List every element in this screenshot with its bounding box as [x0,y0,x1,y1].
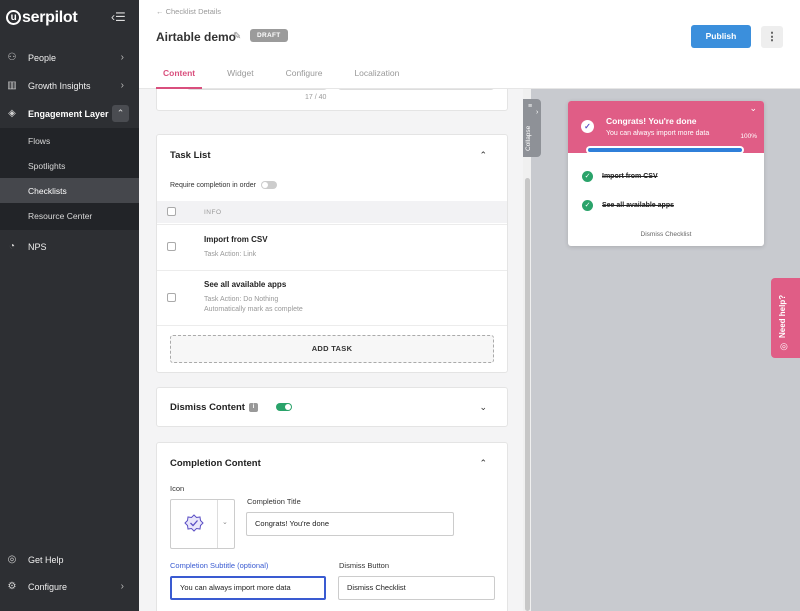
char-count: 17 / 40 [305,94,327,101]
content-panel[interactable]: 17 / 40 Task List ⌃ Require completion i… [139,89,523,611]
list-item[interactable]: ✓ Import from CSV [582,171,658,182]
divider [217,500,218,548]
badge-check-icon: ✓ [581,120,594,133]
lifebuoy-icon: ◎ [780,341,788,351]
select-all-checkbox[interactable] [167,207,176,216]
task-auto-complete-note: Automatically mark as complete [204,306,303,313]
task-list-card: Task List ⌃ Require completion in order … [156,134,508,373]
dismiss-content-card[interactable]: Dismiss Content i ⌄ [156,387,508,427]
publish-button[interactable]: Publish [691,25,751,48]
chevron-down-icon: ⌄ [222,519,228,526]
task-checkbox[interactable] [167,242,176,251]
divider [157,325,507,326]
require-completion-row: Require completion in order [170,181,277,189]
widget-title: Congrats! You're done [606,116,697,126]
more-options-button[interactable]: ⋮ [761,26,783,48]
list-item[interactable]: ✓ See all available apps [582,200,674,211]
sidebar-item-nps[interactable]: ◔ NPS [0,233,139,260]
help-icon: ◎ [7,554,17,565]
back-link[interactable]: ← Checklist Details [156,7,221,16]
dismiss-content-title: Dismiss Content [170,402,245,413]
chevron-up-icon[interactable]: ⌃ [112,105,129,122]
widget-progress-bar [586,146,744,154]
chevron-down-icon[interactable]: ⌄ [749,103,757,114]
checklist-widget-preview: ⌄ ✓ Congrats! You're done You can always… [568,101,764,246]
userpilot-logo[interactable]: u serpilot [6,9,78,27]
task-name: See all available apps [204,280,287,289]
completion-content-card: Completion Content ⌃ Icon ⌄ Completion T… [156,442,508,611]
completion-title-input[interactable]: Congrats! You're done [246,512,454,536]
chart-icon: ▥ [7,80,17,91]
divider [157,224,507,225]
sidebar-item-get-help[interactable]: ◎ Get Help [0,546,139,573]
completion-content-title: Completion Content [170,458,261,469]
truncated-input[interactable] [187,89,327,90]
sidebar-item-configure[interactable]: ⚙ Configure › [0,573,139,600]
widget-progress-percent: 100% [740,133,757,140]
sidebar-item-people[interactable]: ⚇ People › [0,44,139,71]
engagement-subnav: Flows Spotlights Checklists Resource Cen… [0,128,139,230]
previous-card: 17 / 40 [156,89,508,111]
content-scrollbar-thumb[interactable] [525,178,530,611]
truncated-input[interactable] [338,89,494,90]
sidebar: u serpilot ‹☰ ⚇ People › ▥ Growth Insight… [0,0,139,611]
sidebar-item-growth-insights[interactable]: ▥ Growth Insights › [0,72,139,99]
sidebar-subitem-flows[interactable]: Flows [0,128,139,153]
task-action: Task Action: Link [204,251,257,258]
sidebar-item-engagement-layer[interactable]: ◈ Engagement Layer ⌃ [0,100,139,127]
collapse-preview-button[interactable]: ≡ › Collapse [523,99,541,157]
menu-icon: ≡ [528,103,533,110]
tab-bar: Content Widget Configure Localization [156,60,424,89]
widget-progress-fill [588,148,742,152]
chevron-right-icon: › [120,52,124,63]
nps-icon: ◔ [8,241,16,252]
require-completion-toggle[interactable] [261,181,277,189]
tab-widget[interactable]: Widget [220,60,260,89]
task-action: Task Action: Do Nothing [204,296,279,303]
dismiss-content-toggle[interactable] [276,403,292,411]
chevron-right-icon: › [120,581,124,592]
check-circle-icon: ✓ [582,200,593,211]
page-header: ← Checklist Details Airtable demo ✎ DRAF… [139,0,800,89]
add-task-button[interactable]: ADD TASK [170,335,494,363]
icon-picker[interactable]: ⌄ [170,499,235,549]
task-table-header: INFO [157,201,507,223]
tab-localization[interactable]: Localization [347,60,406,89]
status-badge: DRAFT [250,29,288,42]
page-title: Airtable demo [156,30,237,44]
widget-dismiss-link[interactable]: Dismiss Checklist [568,231,764,238]
check-circle-icon: ✓ [582,171,593,182]
info-column-header: INFO [204,209,222,216]
gear-icon: ⚙ [7,581,17,592]
chevron-right-icon: › [536,109,539,116]
tab-content[interactable]: Content [156,60,203,89]
sidebar-collapse-button[interactable]: ‹☰ [111,10,126,24]
need-help-button[interactable]: Need help? ◎ [771,278,800,358]
sidebar-subitem-spotlights[interactable]: Spotlights [0,153,139,178]
completion-title-label: Completion Title [247,497,301,506]
people-icon: ⚇ [7,52,17,63]
widget-subtitle: You can always import more data [606,130,710,137]
dismiss-button-label: Dismiss Button [339,561,390,570]
tab-configure[interactable]: Configure [279,60,330,89]
completion-subtitle-input[interactable]: You can always import more data [170,576,326,600]
completion-subtitle-label: Completion Subtitle (optional) [170,561,269,570]
dismiss-button-input[interactable]: Dismiss Checklist [338,576,495,600]
pencil-icon[interactable]: ✎ [233,31,241,42]
chevron-down-icon[interactable]: ⌄ [479,402,487,413]
sidebar-subitem-resource-center[interactable]: Resource Center [0,203,139,228]
divider [157,270,507,271]
sidebar-subitem-checklists[interactable]: Checklists [0,178,139,203]
info-icon[interactable]: i [249,403,258,412]
task-list-title: Task List [170,150,211,161]
badge-check-icon [184,514,204,532]
task-checkbox[interactable] [167,293,176,302]
layers-icon: ◈ [8,108,16,119]
chevron-up-icon[interactable]: ⌃ [479,150,487,161]
task-name: Import from CSV [204,235,268,244]
chevron-up-icon[interactable]: ⌃ [479,458,487,469]
icon-label: Icon [170,484,185,493]
chevron-right-icon: › [120,80,124,91]
